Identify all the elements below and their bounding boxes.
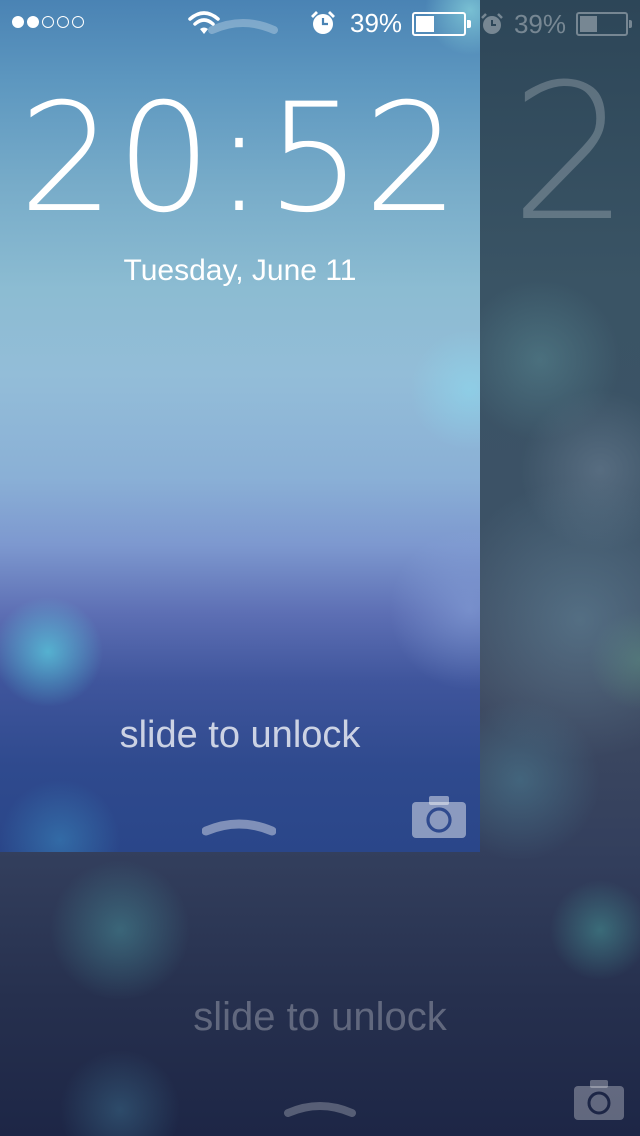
battery-percent: 39% [350,8,403,38]
lock-screen-transition: 39% 20:52 slide to unlock [0,0,640,1136]
lock-date: Tuesday, June 11 [123,254,357,287]
notification-grabber-icon[interactable] [208,14,278,36]
background-slide-to-unlock[interactable]: slide to unlock [0,995,640,1040]
foreground-lock-screen: 39% 20:52 Tuesday, June 11 slide to unlo… [0,0,480,852]
status-bar: 39% [0,0,480,46]
camera-icon[interactable] [572,1078,626,1122]
alarm-clock-icon [311,11,335,34]
chevron-up-icon[interactable] [202,814,276,836]
chevron-up-icon[interactable] [284,1097,356,1117]
battery-icon [576,12,632,36]
alarm-clock-icon [481,13,503,34]
battery-icon [412,12,471,36]
lock-clock: 20:52 [18,72,462,246]
slide-to-unlock[interactable]: slide to unlock [0,714,480,757]
background-status-bar: 39% [480,6,632,42]
camera-icon[interactable] [410,794,468,840]
background-battery-percent: 39% [513,8,566,39]
signal-dots-icon [12,16,84,28]
